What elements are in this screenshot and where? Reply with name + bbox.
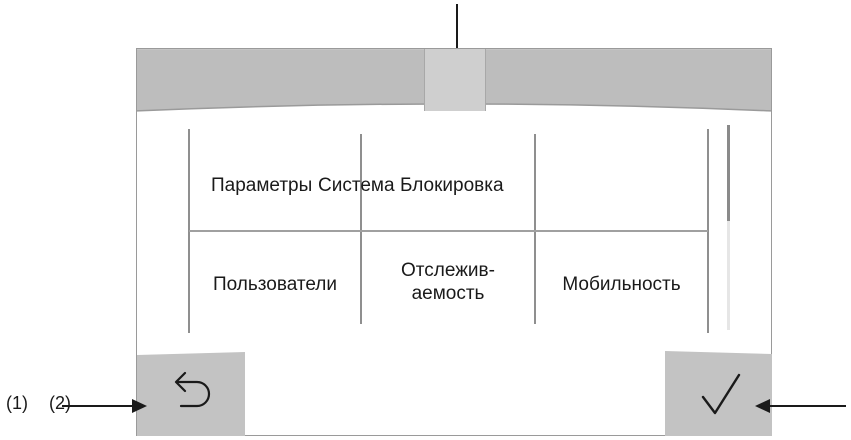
menu-item-users[interactable]: Пользователи — [190, 273, 360, 296]
right-pointer-arrow — [754, 396, 846, 416]
menu-item-traceability[interactable]: Отслежив- аемость — [362, 259, 534, 305]
menu-item-traceability-line2: аемость — [411, 283, 485, 304]
checkmark-icon — [695, 369, 747, 419]
menu-item-parameters[interactable]: Параметры — [211, 174, 312, 197]
back-button[interactable] — [137, 352, 246, 436]
menu-item-lock[interactable]: Блокировка — [400, 174, 504, 197]
grid-row-divider — [189, 230, 708, 232]
confirm-button[interactable] — [665, 351, 772, 436]
device-screen: Параметры Система Блокировка Пользовател… — [136, 48, 772, 436]
menu-item-mobility[interactable]: Мобильность — [536, 273, 707, 296]
scrollbar-thumb[interactable] — [727, 125, 730, 221]
left-pointer-arrow — [62, 396, 148, 416]
menu-item-system[interactable]: Система — [318, 174, 395, 197]
top-bar-handle[interactable] — [424, 49, 486, 111]
callout-label-1: (1) — [6, 393, 28, 413]
undo-arrow-icon — [163, 368, 219, 418]
menu-item-traceability-line1: Отслежив- — [401, 260, 495, 281]
